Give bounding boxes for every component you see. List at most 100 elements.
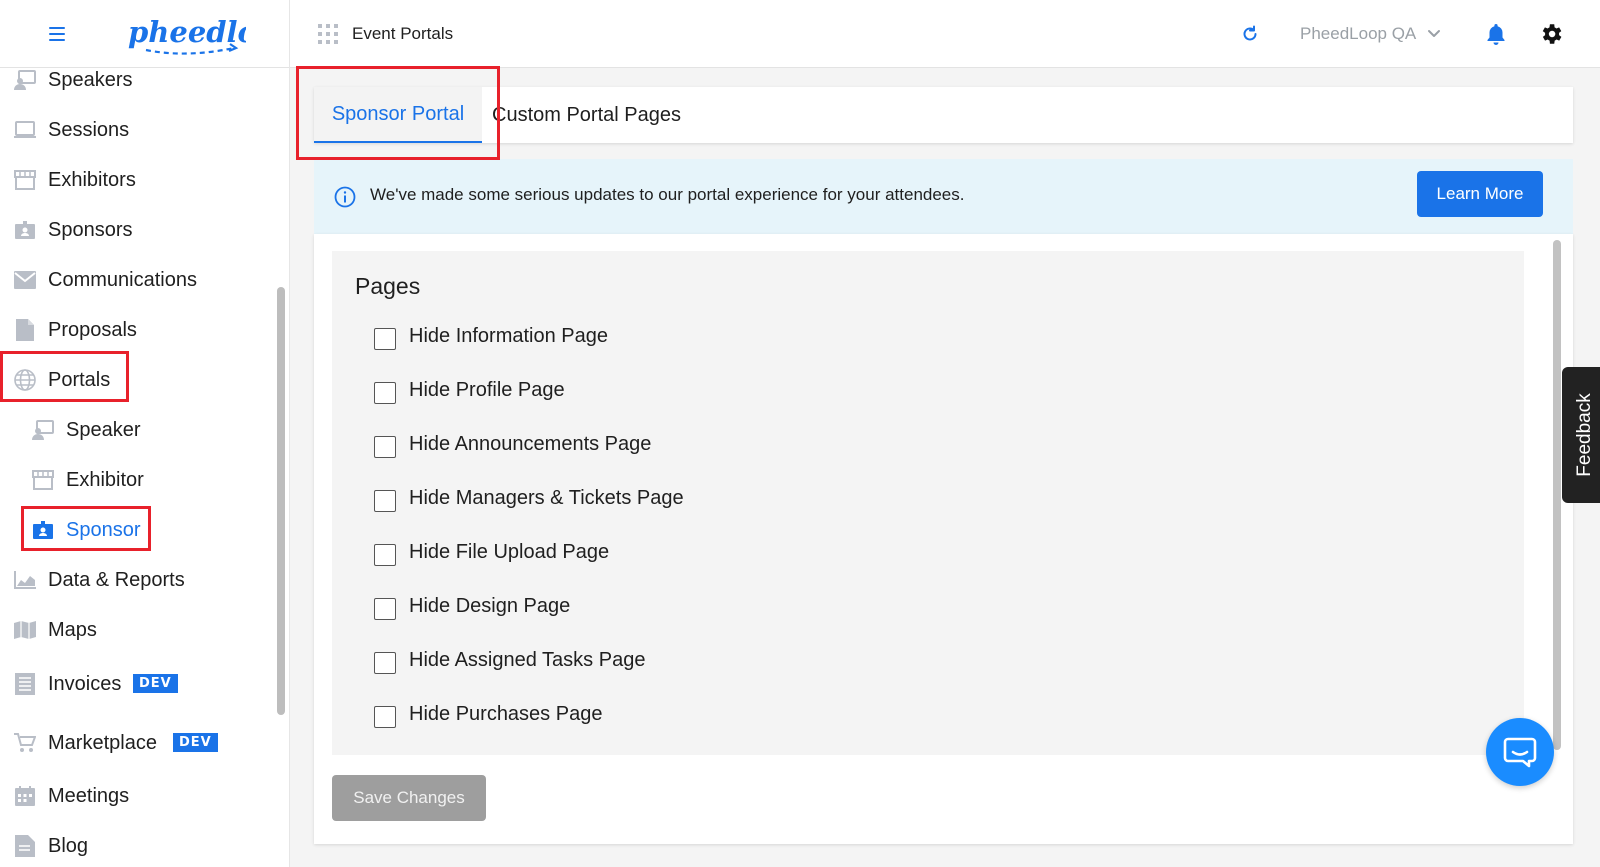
option-hide-assigned-tasks-page[interactable]: Hide Assigned Tasks Page — [374, 645, 645, 675]
mail-icon — [13, 268, 37, 292]
option-label: Hide Assigned Tasks Page — [409, 648, 646, 671]
sidebar-item-label: Blog — [48, 835, 89, 857]
sidebar-item-marketplace[interactable]: Marketplace DEV — [0, 723, 270, 763]
globe-icon — [13, 368, 37, 392]
sidebar-item-invoices[interactable]: Invoices DEV — [0, 664, 270, 704]
sidebar-item-exhibitors[interactable]: Exhibitors — [0, 160, 270, 200]
blog-icon — [13, 834, 37, 858]
sidebar-item-maps[interactable]: Maps — [0, 610, 270, 650]
invoice-icon — [13, 672, 37, 696]
sidebar-item-label: Exhibitors — [48, 169, 136, 191]
option-hide-profile-page[interactable]: Hide Profile Page — [374, 375, 565, 405]
option-hide-information-page[interactable]: Hide Information Page — [374, 321, 608, 351]
cart-icon — [13, 731, 37, 755]
sidebar-item-label: Speakers — [48, 69, 133, 91]
gear-icon[interactable] — [1538, 21, 1564, 47]
option-label: Hide Announcements Page — [409, 432, 652, 455]
sidebar-item-label: Maps — [48, 619, 97, 641]
checkbox[interactable] — [374, 598, 396, 620]
badge-icon — [13, 218, 37, 242]
tab-sponsor-portal[interactable]: Sponsor Portal — [314, 87, 482, 143]
checkbox[interactable] — [374, 382, 396, 404]
sidebar-item-blog[interactable]: Blog — [0, 826, 270, 866]
settings-card: Pages Hide Information Page Hide Profile… — [314, 234, 1573, 844]
pages-section: Pages Hide Information Page Hide Profile… — [332, 251, 1524, 755]
option-label: Hide Managers & Tickets Page — [409, 486, 684, 509]
option-label: Hide File Upload Page — [409, 540, 610, 563]
pheedloop-logo[interactable]: pheedloop — [126, 10, 246, 58]
section-title: Pages — [355, 273, 421, 299]
info-banner: We've made some serious updates to our p… — [314, 159, 1573, 234]
sidebar-item-data-reports[interactable]: Data & Reports — [0, 560, 270, 600]
store-icon — [13, 168, 37, 192]
dev-badge: DEV — [133, 674, 178, 693]
monitor-icon — [13, 118, 37, 142]
banner-message: We've made some serious updates to our p… — [370, 185, 965, 204]
sidebar-item-sponsors[interactable]: Sponsors — [0, 210, 270, 250]
checkbox[interactable] — [374, 436, 396, 458]
sidebar-subitem-exhibitor[interactable]: Exhibitor — [0, 460, 270, 500]
info-icon — [334, 186, 356, 208]
checkbox[interactable] — [374, 490, 396, 512]
calendar-icon — [13, 784, 37, 808]
chart-icon — [13, 568, 37, 592]
hamburger-menu-icon[interactable] — [49, 27, 65, 41]
account-selector[interactable]: PheedLoop QA — [1300, 24, 1416, 44]
option-label: Hide Design Page — [409, 594, 571, 617]
sidebar-item-label: Speaker — [66, 419, 141, 441]
sidebar-item-label: Sponsors — [48, 219, 133, 241]
checkbox[interactable] — [374, 706, 396, 728]
svg-text:pheedloop: pheedloop — [128, 15, 246, 49]
page-title: Event Portals — [352, 24, 454, 43]
sidebar-item-label: Proposals — [48, 319, 137, 341]
sidebar-item-label: Portals — [48, 369, 111, 391]
content-scrollbar[interactable] — [1553, 240, 1561, 750]
option-hide-purchases-page[interactable]: Hide Purchases Page — [374, 699, 602, 729]
sidebar-item-label: Exhibitor — [66, 469, 144, 491]
sidebar-subitem-speaker[interactable]: Speaker — [0, 410, 270, 450]
portal-tabs: Sponsor Portal Custom Portal Pages — [314, 87, 1573, 143]
option-hide-design-page[interactable]: Hide Design Page — [374, 591, 570, 621]
sidebar-item-communications[interactable]: Communications — [0, 260, 270, 300]
bell-icon[interactable] — [1484, 22, 1508, 46]
option-label: Hide Profile Page — [409, 378, 565, 401]
sidebar-header: pheedloop — [0, 0, 289, 68]
chevron-down-icon[interactable] — [1426, 26, 1442, 42]
option-hide-file-upload-page[interactable]: Hide File Upload Page — [374, 537, 609, 567]
sidebar-item-label: Sessions — [48, 119, 130, 141]
sidebar-item-label: Sponsor — [66, 519, 141, 541]
checkbox[interactable] — [374, 328, 396, 350]
document-icon — [13, 318, 37, 342]
learn-more-button[interactable]: Learn More — [1417, 171, 1543, 217]
refresh-icon[interactable] — [1240, 24, 1260, 44]
option-hide-managers-tickets-page[interactable]: Hide Managers & Tickets Page — [374, 483, 684, 513]
sidebar-item-label: Marketplace — [48, 732, 157, 754]
sidebar-item-label: Data & Reports — [48, 569, 185, 591]
sidebar: Speakers Sessions Exhibitors Sponsors Co… — [0, 0, 290, 867]
speaker-icon — [13, 68, 37, 92]
main-content: Sponsor Portal Custom Portal Pages We've… — [290, 68, 1600, 867]
save-changes-button[interactable]: Save Changes — [332, 775, 486, 821]
sidebar-item-meetings[interactable]: Meetings — [0, 776, 270, 816]
tab-custom-portal-pages[interactable]: Custom Portal Pages — [492, 87, 681, 143]
sidebar-item-sessions[interactable]: Sessions — [0, 110, 270, 150]
checkbox[interactable] — [374, 652, 396, 674]
option-hide-announcements-page[interactable]: Hide Announcements Page — [374, 429, 651, 459]
sidebar-scrollbar[interactable] — [277, 287, 285, 715]
sidebar-item-portals[interactable]: Portals — [0, 360, 270, 400]
chat-icon — [1503, 737, 1537, 768]
sidebar-item-label: Communications — [48, 269, 197, 291]
sidebar-subitem-sponsor[interactable]: Sponsor — [0, 510, 270, 550]
store-icon — [31, 468, 55, 492]
badge-icon — [31, 518, 55, 542]
apps-grid-icon[interactable] — [318, 24, 338, 44]
speaker-icon — [31, 418, 55, 442]
sidebar-item-proposals[interactable]: Proposals — [0, 310, 270, 350]
top-bar: Event Portals PheedLoop QA — [290, 0, 1600, 68]
feedback-label: Feedback — [1574, 393, 1595, 477]
sidebar-item-label: Meetings — [48, 785, 130, 807]
chat-support-button[interactable] — [1486, 718, 1554, 786]
option-label: Hide Information Page — [409, 324, 609, 347]
feedback-tab[interactable]: Feedback — [1562, 367, 1600, 503]
checkbox[interactable] — [374, 544, 396, 566]
